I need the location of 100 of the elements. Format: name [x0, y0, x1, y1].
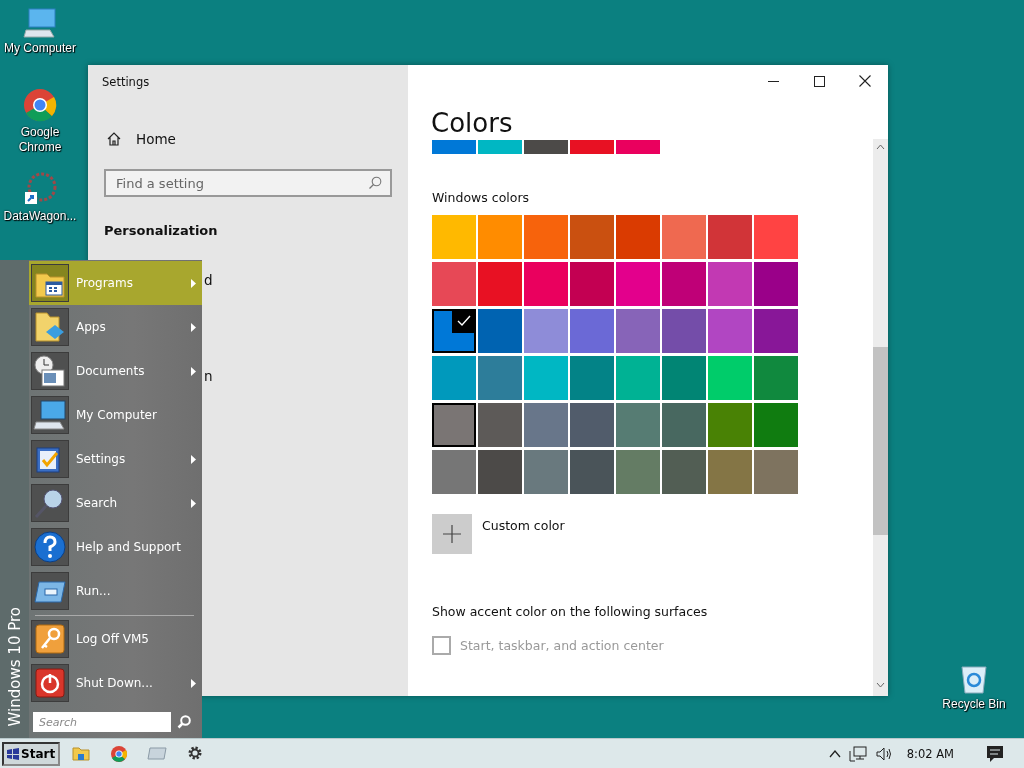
search-field[interactable]: Find a setting — [104, 169, 392, 197]
color-swatch[interactable] — [432, 450, 476, 494]
network-icon[interactable] — [848, 745, 867, 762]
color-swatch[interactable] — [708, 309, 752, 353]
color-swatch[interactable] — [524, 356, 568, 400]
chevron-up-icon[interactable] — [828, 749, 841, 758]
home-link[interactable]: Home — [104, 131, 392, 147]
recent-color-swatch[interactable] — [570, 140, 614, 154]
recent-color-swatch[interactable] — [478, 140, 522, 154]
menu-item[interactable]: My Computer — [29, 393, 202, 437]
menu-item[interactable]: Apps — [29, 305, 202, 349]
menu-item[interactable]: Search — [29, 481, 202, 525]
color-swatch[interactable] — [754, 450, 798, 494]
color-swatch[interactable] — [662, 309, 706, 353]
color-swatch[interactable] — [754, 356, 798, 400]
color-swatch[interactable] — [570, 403, 614, 447]
help-icon — [33, 530, 67, 564]
menu-item[interactable]: Help and Support — [29, 525, 202, 569]
folder-icon[interactable] — [72, 744, 91, 761]
menu-item[interactable]: Log Off VM5 — [29, 617, 202, 661]
settings-icon[interactable] — [187, 744, 204, 761]
nav-item[interactable]: d — [204, 272, 213, 290]
notification-icon[interactable] — [986, 744, 1004, 763]
color-swatch[interactable] — [432, 356, 476, 400]
browser-icon[interactable] — [23, 88, 57, 122]
color-swatch[interactable] — [432, 215, 476, 259]
color-swatch[interactable] — [708, 215, 752, 259]
desktop-icon-label[interactable]: Recycle Bin — [942, 697, 1006, 712]
recent-color-swatch[interactable] — [524, 140, 568, 154]
menu-item[interactable]: Settings — [29, 437, 202, 481]
color-swatch[interactable] — [616, 356, 660, 400]
menu-item[interactable]: Documents — [29, 349, 202, 393]
color-swatch[interactable] — [524, 262, 568, 306]
color-swatch[interactable] — [478, 403, 522, 447]
page-title: Colors — [431, 107, 514, 139]
scroll-up-icon — [876, 144, 885, 150]
color-swatch[interactable] — [754, 215, 798, 259]
color-swatch[interactable] — [570, 356, 614, 400]
recent-color-swatch[interactable] — [616, 140, 660, 154]
color-swatch[interactable] — [662, 450, 706, 494]
menu-item[interactable]: Programs — [29, 261, 202, 305]
desktop-icon-label[interactable]: Google Chrome — [15, 125, 65, 155]
color-swatch[interactable] — [754, 309, 798, 353]
clock-icon — [33, 354, 67, 388]
search-icon[interactable] — [177, 715, 191, 729]
recent-color-swatch[interactable] — [432, 140, 476, 154]
submenu-arrow-icon — [191, 498, 196, 508]
menu-item[interactable]: Run... — [29, 569, 202, 613]
color-swatch[interactable] — [570, 215, 614, 259]
shortcut-icon[interactable] — [23, 172, 57, 206]
color-swatch[interactable] — [754, 403, 798, 447]
submenu-arrow-icon — [191, 678, 196, 688]
color-swatch[interactable] — [708, 450, 752, 494]
nav-item[interactable]: n — [204, 368, 213, 386]
color-swatch[interactable] — [524, 215, 568, 259]
color-swatch[interactable] — [708, 262, 752, 306]
color-swatch[interactable] — [616, 215, 660, 259]
section-label: Show accent color on the following surfaces — [432, 604, 709, 619]
color-swatch[interactable] — [478, 309, 522, 353]
color-swatch[interactable] — [524, 309, 568, 353]
scroll-down-icon — [876, 682, 885, 688]
color-swatch[interactable] — [616, 403, 660, 447]
color-swatch[interactable] — [570, 450, 614, 494]
browser-icon[interactable] — [110, 744, 129, 763]
color-swatch[interactable] — [708, 403, 752, 447]
color-swatch[interactable] — [478, 215, 522, 259]
color-swatch[interactable] — [708, 356, 752, 400]
color-swatch[interactable] — [616, 262, 660, 306]
color-swatch[interactable] — [478, 262, 522, 306]
checkmark-icon — [452, 309, 476, 333]
color-swatch[interactable] — [524, 450, 568, 494]
add-color-button[interactable] — [432, 514, 472, 554]
scrollbar[interactable] — [873, 139, 888, 696]
color-swatch[interactable] — [616, 450, 660, 494]
color-swatch[interactable] — [570, 262, 614, 306]
color-swatch[interactable] — [432, 262, 476, 306]
color-swatch[interactable] — [432, 403, 476, 447]
color-swatch[interactable] — [662, 356, 706, 400]
color-swatch[interactable] — [570, 309, 614, 353]
color-swatch[interactable] — [432, 309, 476, 353]
color-swatch[interactable] — [662, 262, 706, 306]
custom-color-label[interactable]: Custom color — [482, 518, 565, 533]
window-icon[interactable] — [147, 744, 168, 761]
color-swatch[interactable] — [478, 450, 522, 494]
color-swatch[interactable] — [616, 309, 660, 353]
submenu-arrow-icon — [191, 366, 196, 376]
speaker-icon[interactable] — [874, 745, 893, 762]
color-swatch[interactable] — [478, 356, 522, 400]
color-swatch[interactable] — [524, 403, 568, 447]
menu-item[interactable]: Shut Down... — [29, 661, 202, 705]
search-field[interactable]: Search — [33, 712, 171, 732]
computer-icon[interactable] — [23, 8, 57, 38]
color-swatch[interactable] — [662, 403, 706, 447]
color-swatch[interactable] — [754, 262, 798, 306]
clock[interactable]: 8:02 AM — [906, 746, 954, 761]
color-swatch[interactable] — [662, 215, 706, 259]
start-button[interactable]: Start — [2, 741, 61, 766]
section-label: Windows colors — [432, 190, 531, 205]
desktop-icon-label[interactable]: My Computer — [4, 41, 76, 56]
desktop-icon-label[interactable]: DataWagon... — [3, 209, 77, 224]
